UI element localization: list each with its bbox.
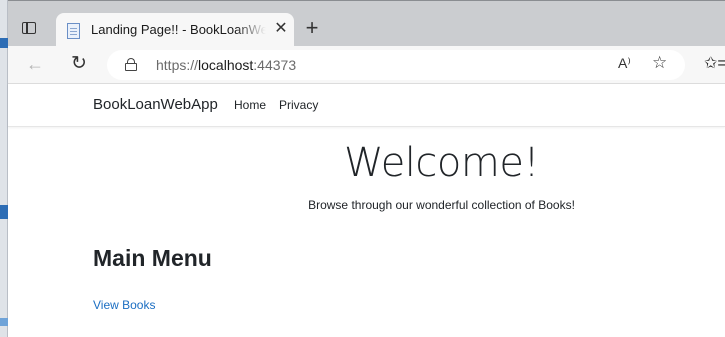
url-text[interactable]: https://localhost:44373 bbox=[156, 57, 296, 73]
page-favicon-icon bbox=[67, 23, 80, 39]
web-page: BookLoanWebApp Home Privacy Welcome! Bro… bbox=[8, 84, 725, 337]
tab-strip: Landing Page!! - BookLoanWebApp ✕ + bbox=[8, 0, 725, 48]
desktop-sliver bbox=[0, 0, 8, 337]
url-scheme: https:// bbox=[156, 57, 199, 73]
nav-link-privacy[interactable]: Privacy bbox=[279, 98, 318, 112]
favorites-bar-icon[interactable]: ✩= bbox=[704, 53, 725, 73]
address-toolbar: ← ↻ https://localhost:44373 A⁾ ☆ ✩= bbox=[8, 46, 725, 84]
address-bar[interactable]: https://localhost:44373 A⁾ ☆ bbox=[107, 50, 685, 80]
back-arrow-icon[interactable]: ← bbox=[23, 53, 47, 75]
new-tab-icon[interactable]: + bbox=[301, 17, 323, 40]
tab-close-icon[interactable]: ✕ bbox=[272, 20, 290, 38]
welcome-heading: Welcome! bbox=[343, 140, 540, 186]
desktop-window-edge bbox=[0, 318, 8, 326]
desktop-window-edge bbox=[0, 38, 8, 48]
read-aloud-icon[interactable]: A⁾ bbox=[618, 55, 631, 72]
url-port: :44373 bbox=[253, 57, 297, 73]
url-host: localhost bbox=[198, 57, 254, 73]
site-brand-link[interactable]: BookLoanWebApp bbox=[93, 96, 218, 113]
main-menu-heading: Main Menu bbox=[93, 245, 212, 271]
view-books-link[interactable]: View Books bbox=[93, 298, 155, 312]
tab-landing-page[interactable]: Landing Page!! - BookLoanWebApp ✕ bbox=[56, 13, 294, 48]
lock-icon[interactable] bbox=[125, 58, 137, 71]
welcome-tagline: Browse through our wonderful collection … bbox=[308, 198, 575, 212]
favorites-star-icon[interactable]: ☆ bbox=[652, 53, 667, 73]
browser-window: Landing Page!! - BookLoanWebApp ✕ + ← ↻ … bbox=[8, 0, 725, 337]
desktop-window-edge bbox=[0, 205, 8, 219]
site-navbar: BookLoanWebApp Home Privacy bbox=[8, 84, 725, 127]
nav-link-home[interactable]: Home bbox=[234, 98, 266, 112]
tab-actions-icon[interactable] bbox=[20, 20, 40, 38]
refresh-icon[interactable]: ↻ bbox=[67, 53, 91, 75]
